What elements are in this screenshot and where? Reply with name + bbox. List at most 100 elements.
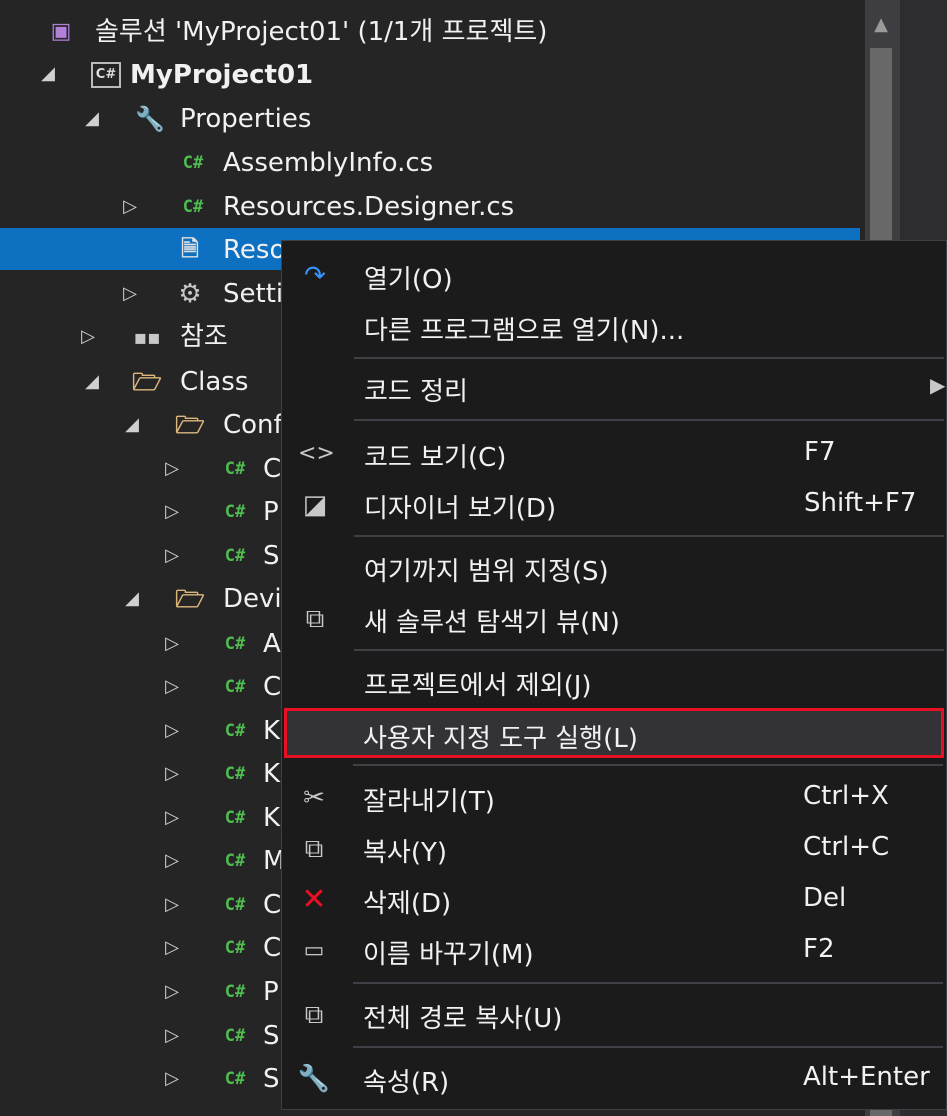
csharp-project-icon: C# <box>91 62 121 88</box>
expand-arrow-icon[interactable]: ▷ <box>160 534 184 578</box>
expand-arrow-icon[interactable]: ▷ <box>160 1057 184 1101</box>
menu-item-copy-full-path[interactable]: ⧉ 전체 경로 복사(U) <box>281 990 945 1040</box>
menu-item-cleanup-code[interactable]: 코드 정리 ▶ <box>282 363 946 413</box>
menu-item-run-custom-tool[interactable]: 사용자 지정 도구 실행(L) <box>284 708 944 758</box>
tree-item-label: K <box>263 716 281 746</box>
menu-separator <box>354 535 944 537</box>
csharp-file-icon: C# <box>224 851 246 871</box>
collapse-arrow-icon[interactable]: ◢ <box>120 403 144 447</box>
shortcut-label: Ctrl+C <box>803 832 890 862</box>
folder-open-icon: 🗁 <box>132 368 162 396</box>
references-icon: ▪▪ <box>133 325 161 349</box>
menu-item-open-with[interactable]: 다른 프로그램으로 열기(N)... <box>282 302 946 352</box>
expand-arrow-icon[interactable]: ▷ <box>160 752 184 796</box>
expand-arrow-icon[interactable]: ▷ <box>118 272 142 316</box>
expand-arrow-icon[interactable]: ▷ <box>160 796 184 840</box>
csharp-file-icon: C# <box>224 1026 246 1046</box>
expand-arrow-icon[interactable]: ▷ <box>160 883 184 927</box>
solution-node[interactable]: ▣ 솔루션 'MyProject01' (1/1개 프로젝트) <box>0 10 860 54</box>
csharp-file-icon: C# <box>224 677 246 697</box>
copy-icon: ⧉ <box>304 1000 324 1030</box>
csharp-file-icon: C# <box>224 546 246 566</box>
project-node[interactable]: ◢ C# MyProject01 <box>0 53 860 97</box>
menu-item-label: 코드 정리 <box>364 377 468 407</box>
menu-item-scope-to-this[interactable]: 여기까지 범위 지정(S) <box>282 543 946 593</box>
menu-item-cut[interactable]: ✂ 잘라내기(T) Ctrl+X <box>281 773 945 823</box>
wrench-icon: 🔧 <box>135 105 165 133</box>
shortcut-label: Shift+F7 <box>804 488 917 518</box>
gear-icon: ⚙ <box>178 279 202 309</box>
solution-label: 솔루션 'MyProject01' (1/1개 프로젝트) <box>95 17 548 47</box>
expand-arrow-icon[interactable]: ▷ <box>118 185 142 229</box>
menu-item-properties[interactable]: 🔧 속성(R) Alt+Enter <box>281 1054 945 1104</box>
expand-arrow-icon[interactable]: ▷ <box>76 315 100 359</box>
menu-item-rename[interactable]: ▭ 이름 바꾸기(M) F2 <box>281 926 945 976</box>
tree-item-label: Setti <box>223 279 284 309</box>
tree-item-assemblyinfo[interactable]: C# AssemblyInfo.cs <box>0 141 860 185</box>
tree-item-label: 참조 <box>180 322 228 352</box>
csharp-file-icon: C# <box>224 764 246 784</box>
expand-arrow-icon[interactable]: ▷ <box>160 970 184 1014</box>
scroll-up-arrow-icon[interactable]: ▲ <box>870 14 892 35</box>
collapse-arrow-icon[interactable]: ◢ <box>80 360 104 404</box>
expand-arrow-icon[interactable]: ▷ <box>160 839 184 883</box>
tree-item-properties[interactable]: ◢ 🔧 Properties <box>0 97 860 141</box>
menu-item-label: 여기까지 범위 지정(S) <box>364 557 609 587</box>
menu-item-delete[interactable]: ✕ 삭제(D) Del <box>281 875 945 925</box>
csharp-file-icon: C# <box>182 197 204 217</box>
collapse-arrow-icon[interactable]: ◢ <box>120 577 144 621</box>
expand-arrow-icon[interactable]: ▷ <box>160 1014 184 1058</box>
context-menu-lower: ✂ 잘라내기(T) Ctrl+X ⧉ 복사(Y) Ctrl+C ✕ 삭제(D) … <box>281 760 947 1110</box>
menu-item-label: 코드 보기(C) <box>364 443 507 473</box>
tree-item-label: S <box>263 541 280 571</box>
scissors-icon: ✂ <box>303 783 325 813</box>
shortcut-label: Alt+Enter <box>803 1062 930 1092</box>
tree-item-label: K <box>263 803 281 833</box>
tree-item-label: S <box>263 1021 280 1051</box>
csharp-file-icon: C# <box>224 808 246 828</box>
expand-arrow-icon[interactable]: ▷ <box>160 665 184 709</box>
menu-item-exclude-from-project[interactable]: 프로젝트에서 제외(J) <box>282 657 946 707</box>
csharp-file-icon: C# <box>224 502 246 522</box>
folder-open-icon: 🗁 <box>175 585 205 613</box>
tree-item-label: C <box>263 933 282 963</box>
tree-item-label: Conf <box>223 410 283 440</box>
expand-arrow-icon[interactable]: ▷ <box>160 447 184 491</box>
menu-item-label: 새 솔루션 탐색기 뷰(N) <box>364 608 620 638</box>
new-view-icon: ⧉ <box>305 604 325 634</box>
wrench-icon: 🔧 <box>297 1064 331 1094</box>
tree-item-label: P <box>263 497 279 527</box>
menu-item-label: 다른 프로그램으로 열기(N)... <box>364 316 685 346</box>
collapse-arrow-icon[interactable]: ◢ <box>36 52 60 96</box>
menu-item-label: 복사(Y) <box>363 838 448 868</box>
expand-arrow-icon[interactable]: ▷ <box>160 490 184 534</box>
submenu-arrow-icon: ▶ <box>930 373 946 397</box>
menu-item-open[interactable]: ↷ 열기(O) <box>282 251 946 301</box>
menu-item-label: 전체 경로 복사(U) <box>363 1004 563 1034</box>
tree-item-label: Reso <box>223 235 286 265</box>
expand-arrow-icon[interactable]: ▷ <box>160 709 184 753</box>
tree-item-label: Class <box>180 367 249 397</box>
rename-icon: ▭ <box>303 938 325 963</box>
menu-item-view-designer[interactable]: ◪ 디자이너 보기(D) Shift+F7 <box>282 480 946 530</box>
menu-item-label: 이름 바꾸기(M) <box>363 940 534 970</box>
copy-icon: ⧉ <box>304 834 324 864</box>
csharp-file-icon: C# <box>224 459 246 479</box>
menu-item-view-code[interactable]: <> 코드 보기(C) F7 <box>282 429 946 479</box>
csharp-file-icon: C# <box>182 153 204 173</box>
shortcut-label: Del <box>803 883 847 913</box>
tree-item-resources-designer[interactable]: ▷ C# Resources.Designer.cs <box>0 185 860 229</box>
csharp-file-icon: C# <box>224 982 246 1002</box>
designer-icon: ◪ <box>302 490 328 520</box>
menu-item-label: 잘라내기(T) <box>363 787 495 817</box>
tree-item-label: Properties <box>180 104 312 134</box>
menu-item-label: 디자이너 보기(D) <box>364 494 557 524</box>
expand-arrow-icon[interactable]: ▷ <box>160 622 184 666</box>
menu-item-label: 삭제(D) <box>363 889 452 919</box>
menu-item-copy[interactable]: ⧉ 복사(Y) Ctrl+C <box>281 824 945 874</box>
collapse-arrow-icon[interactable]: ◢ <box>80 97 104 141</box>
menu-item-new-explorer-view[interactable]: ⧉ 새 솔루션 탐색기 뷰(N) <box>282 594 946 644</box>
tree-item-label: AssemblyInfo.cs <box>223 148 434 178</box>
expand-arrow-icon[interactable]: ▷ <box>160 926 184 970</box>
folder-open-icon: 🗁 <box>175 411 205 439</box>
